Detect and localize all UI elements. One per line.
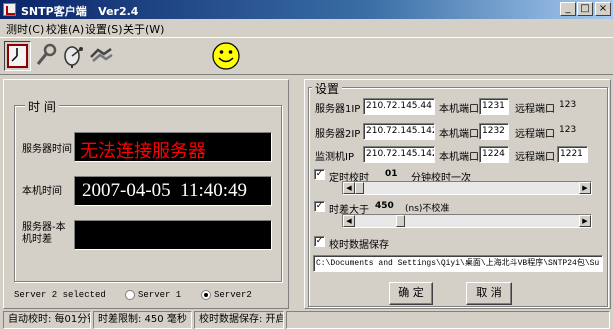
monitor-ip-field[interactable]: 210.72.145.142 bbox=[363, 146, 435, 163]
server-time-display: 无法连接服务器 bbox=[74, 132, 272, 162]
left-panel: 时 间 服务器时间 无法连接服务器 本机时间 2007-04-05 11:40:… bbox=[3, 79, 289, 309]
menu-calibrate[interactable]: 校准(A) bbox=[46, 21, 84, 37]
diff-suffix: (ns)不校准 bbox=[405, 204, 450, 214]
server1-radio-label[interactable]: Server 1 bbox=[138, 290, 181, 300]
server-time-value: 无法连接服务器 bbox=[80, 141, 206, 162]
timing-slider-right-arrow[interactable]: ▶ bbox=[579, 182, 591, 194]
handshake-icon bbox=[90, 47, 113, 62]
timing-slider-thumb[interactable] bbox=[355, 182, 364, 194]
server2-ip-label: 服务器2IP bbox=[315, 129, 361, 140]
close-button[interactable]: × bbox=[595, 2, 611, 16]
toolbar bbox=[0, 37, 613, 75]
status-auto-calibrate: 自动校时: 每01分钟 bbox=[3, 311, 91, 329]
status-smiley bbox=[211, 41, 241, 71]
diff-slider-left-arrow[interactable]: ◀ bbox=[343, 215, 355, 227]
app-clock-icon bbox=[3, 3, 16, 16]
time-group: 时 间 服务器时间 无法连接服务器 本机时间 2007-04-05 11:40:… bbox=[14, 98, 282, 282]
diff-checkbox[interactable]: ✓ bbox=[314, 201, 325, 212]
ok-button[interactable]: 确 定 bbox=[389, 282, 433, 305]
save-label: 校时数据保存 bbox=[329, 240, 389, 251]
server2-radio-selected-dot bbox=[204, 293, 208, 297]
menu-settings[interactable]: 设置(S) bbox=[85, 21, 123, 37]
status-data-save: 校时数据保存: 开启 bbox=[194, 311, 284, 329]
minimize-button[interactable]: _ bbox=[560, 2, 576, 16]
settings-group: 设置 服务器1IP 210.72.145.44 本机端口 1231 远程端口 1… bbox=[308, 80, 608, 307]
toolbar-handshake-button[interactable] bbox=[89, 41, 116, 71]
diff-slider[interactable]: ◀ ▶ bbox=[342, 214, 592, 228]
server1-local-port-field[interactable]: 1231 bbox=[479, 98, 509, 115]
monitor-remote-port-field[interactable]: 1221 bbox=[557, 146, 588, 163]
timing-slider[interactable]: ◀ ▶ bbox=[342, 181, 592, 195]
monitor-local-port-field[interactable]: 1224 bbox=[479, 146, 509, 163]
clock-icon bbox=[7, 44, 28, 68]
server2-radio[interactable] bbox=[201, 290, 211, 300]
window-title: SNTP客户端 Ver2.4 bbox=[21, 5, 139, 18]
timing-slider-left-arrow[interactable]: ◀ bbox=[343, 182, 355, 194]
time-diff-label: 服务器-本机时差 bbox=[22, 222, 66, 245]
maximize-button[interactable]: □ bbox=[577, 2, 593, 16]
server2-ip-field[interactable]: 210.72.145.142 bbox=[363, 123, 435, 140]
status-diff-limit: 时差限制: 450 毫秒 bbox=[93, 311, 192, 329]
local-time-value: 2007-04-05 11:40:49 bbox=[82, 180, 248, 201]
menu-bar: 测时(C) 校准(A) 设置(S) 关于(W) bbox=[0, 19, 613, 37]
server-time-label: 服务器时间 bbox=[22, 144, 72, 155]
server1-radio[interactable] bbox=[125, 290, 135, 300]
server2-remote-port-value: 123 bbox=[559, 125, 577, 135]
timing-checkbox[interactable]: ✓ bbox=[314, 169, 325, 180]
toolbar-settings-button[interactable] bbox=[34, 41, 61, 71]
menu-measure-time[interactable]: 测时(C) bbox=[6, 21, 44, 37]
monitor-local-port-label: 本机端口 bbox=[439, 152, 479, 163]
monitor-remote-port-label: 远程端口 bbox=[515, 152, 555, 163]
time-group-title: 时 间 bbox=[25, 98, 59, 115]
server1-ip-label: 服务器1IP bbox=[315, 104, 361, 115]
time-diff-display bbox=[74, 220, 272, 250]
local-time-display: 2007-04-05 11:40:49 bbox=[74, 176, 272, 206]
server2-remote-port-label: 远程端口 bbox=[515, 129, 555, 140]
smiley-face-icon bbox=[212, 42, 240, 70]
server2-local-port-label: 本机端口 bbox=[439, 129, 479, 140]
menu-about[interactable]: 关于(W) bbox=[123, 21, 164, 37]
toolbar-clock-button[interactable] bbox=[4, 41, 31, 71]
server1-ip-field[interactable]: 210.72.145.44 bbox=[363, 98, 435, 115]
monitor-ip-label: 监测机IP bbox=[315, 152, 354, 163]
diff-slider-right-arrow[interactable]: ▶ bbox=[579, 215, 591, 227]
status-empty-pane bbox=[286, 311, 610, 329]
diff-value: 450 bbox=[375, 201, 394, 211]
server2-radio-label[interactable]: Server2 bbox=[214, 290, 252, 300]
wrench-icon bbox=[36, 43, 57, 65]
title-bar[interactable]: SNTP客户端 Ver2.4 _ □ × bbox=[0, 0, 613, 19]
save-path-field[interactable]: C:\Documents and Settings\Qiyi\桌面\上海北斗VB… bbox=[313, 255, 603, 272]
server2-local-port-field[interactable]: 1232 bbox=[479, 123, 509, 140]
settings-panel: 设置 服务器1IP 210.72.145.44 本机端口 1231 远程端口 1… bbox=[304, 79, 611, 309]
diff-slider-thumb[interactable] bbox=[396, 215, 405, 227]
settings-group-title: 设置 bbox=[312, 80, 343, 97]
local-time-label: 本机时间 bbox=[22, 186, 62, 197]
save-checkbox[interactable]: ✓ bbox=[314, 236, 325, 247]
timing-value: 01 bbox=[385, 169, 398, 179]
server1-local-port-label: 本机端口 bbox=[439, 104, 479, 115]
server1-remote-port-value: 123 bbox=[559, 100, 577, 110]
status-bar: 自动校时: 每01分钟 时差限制: 450 毫秒 校时数据保存: 开启 bbox=[0, 309, 613, 330]
server-selected-status: Server 2 selected bbox=[14, 290, 106, 300]
cancel-button[interactable]: 取 消 bbox=[466, 282, 512, 305]
satellite-dish-icon bbox=[64, 46, 83, 68]
toolbar-dish-button[interactable] bbox=[61, 41, 88, 71]
server1-remote-port-label: 远程端口 bbox=[515, 104, 555, 115]
